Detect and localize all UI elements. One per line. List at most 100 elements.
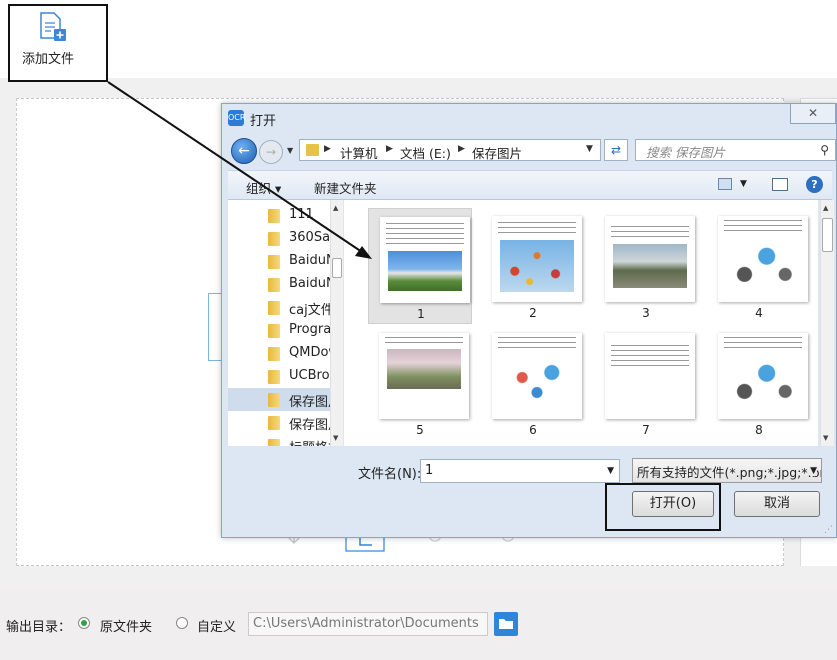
breadcrumb-separator-icon: ▶ — [324, 144, 331, 154]
browse-folder-button[interactable] — [494, 612, 518, 636]
file-thumbnail[interactable]: 1 — [368, 208, 472, 324]
file-thumbnail[interactable]: 3 — [594, 208, 698, 324]
nav-item-selected[interactable]: 保存图片 — [228, 388, 336, 411]
open-file-dialog: OCR 打开 ✕ ← → ▼ ▶ 计算机 ▶ 文档 (E:) ▶ 保存图片 ▼ … — [221, 103, 837, 538]
scroll-up-icon[interactable]: ▲ — [823, 204, 828, 212]
nav-item-label: BaiduN — [289, 276, 336, 291]
filetype-select[interactable]: 所有支持的文件(*.png;*.jpg;*.bmp) ▼ — [632, 458, 822, 483]
file-thumbnail[interactable]: 4 — [707, 208, 811, 324]
arrow-right-icon: → — [265, 145, 277, 159]
filename-value: 1 — [425, 463, 434, 478]
chevron-down-icon[interactable]: ▼ — [586, 144, 593, 154]
breadcrumb-computer[interactable]: 计算机 — [340, 143, 378, 162]
file-name: 4 — [755, 306, 763, 320]
file-thumbnail[interactable]: 2 — [481, 208, 585, 324]
arrow-left-icon: ← — [238, 143, 250, 159]
address-bar[interactable]: ▶ 计算机 ▶ 文档 (E:) ▶ 保存图片 ▼ — [299, 139, 601, 161]
nav-item[interactable]: BaiduN — [228, 273, 336, 296]
nav-item[interactable]: caj文件 — [228, 296, 336, 319]
folder-icon — [268, 370, 280, 384]
refresh-icon: ⇄ — [610, 143, 622, 157]
nav-item[interactable]: Program — [228, 319, 336, 342]
navigation-pane: 111 360Safe BaiduN BaiduN caj文件 Program … — [228, 200, 337, 446]
file-thumbnail[interactable]: 8 — [707, 325, 811, 441]
file-thumbnail[interactable]: 7 — [594, 325, 698, 441]
breadcrumb-separator-icon: ▶ — [386, 144, 393, 154]
breadcrumb-drive[interactable]: 文档 (E:) — [400, 143, 451, 162]
file-name: 5 — [416, 423, 424, 437]
file-thumbnail[interactable]: 5 — [368, 325, 472, 441]
nav-scrollbar[interactable]: ▲ ▼ — [330, 200, 343, 446]
breadcrumb-separator-icon: ▶ — [458, 144, 465, 154]
command-bar: 组织 ▾ 新建文件夹 ▼ ? — [228, 170, 832, 200]
nav-item-label: BaiduN — [289, 253, 336, 268]
file-thumbnail[interactable]: 6 — [481, 325, 585, 441]
back-button[interactable]: ← — [231, 138, 257, 164]
recent-locations-dropdown[interactable]: ▼ — [287, 146, 293, 155]
preview-pane-icon[interactable] — [772, 178, 788, 191]
folder-icon — [268, 439, 280, 446]
nav-item[interactable]: 111 — [228, 204, 336, 227]
chevron-down-icon[interactable]: ▼ — [740, 179, 747, 189]
add-file-label: 添加文件 — [22, 52, 75, 67]
filename-label: 文件名(N): — [358, 467, 422, 482]
folder-icon — [268, 416, 280, 430]
nav-item-label: caj文件 — [289, 303, 334, 318]
nav-item[interactable]: BaiduN — [228, 250, 336, 273]
folder-icon — [499, 619, 513, 629]
radio-original-folder[interactable] — [78, 617, 90, 629]
new-folder-button[interactable]: 新建文件夹 — [314, 178, 377, 197]
open-button[interactable]: 打开(O) — [632, 491, 714, 517]
nav-item[interactable]: QMDow — [228, 342, 336, 365]
scroll-up-icon[interactable]: ▲ — [333, 204, 338, 212]
forward-button[interactable]: → — [259, 140, 283, 164]
dialog-title: 打开 — [250, 114, 277, 129]
nav-item[interactable]: 360Safe — [228, 227, 336, 250]
radio-custom-folder[interactable] — [176, 617, 188, 629]
document-preview — [718, 216, 808, 302]
scroll-down-icon[interactable]: ▼ — [333, 434, 338, 442]
document-preview — [379, 333, 469, 419]
chevron-down-icon[interactable]: ▼ — [607, 466, 614, 476]
document-preview — [492, 333, 582, 419]
radio-original-label: 原文件夹 — [100, 620, 153, 635]
nav-item[interactable]: UCBrow — [228, 365, 336, 388]
nav-item[interactable]: 保存图片 — [228, 411, 336, 434]
add-file-icon — [40, 12, 66, 41]
chevron-down-icon[interactable]: ▼ — [810, 466, 817, 476]
file-name: 7 — [642, 423, 650, 437]
organize-menu[interactable]: 组织 ▾ — [246, 178, 281, 197]
output-dir-label: 输出目录： — [6, 620, 72, 635]
file-name: 8 — [755, 423, 763, 437]
view-options-icon[interactable] — [718, 178, 732, 190]
scroll-down-icon[interactable]: ▼ — [823, 434, 828, 442]
file-name: 2 — [529, 306, 537, 320]
document-preview — [718, 333, 808, 419]
filetype-value: 所有支持的文件(*.png;*.jpg;*.bmp) — [637, 465, 821, 480]
folder-icon — [306, 144, 319, 156]
cancel-button[interactable]: 取消 — [734, 491, 820, 517]
close-button[interactable]: ✕ — [790, 104, 836, 124]
scroll-thumb[interactable] — [822, 218, 833, 252]
add-file-button[interactable]: 添加文件 — [8, 4, 108, 82]
panel-tab — [208, 293, 222, 361]
output-path-input[interactable]: C:\Users\Administrator\Documents — [248, 612, 488, 636]
document-preview — [605, 333, 695, 419]
search-icon: ⚲ — [820, 143, 829, 157]
folder-icon — [268, 209, 280, 223]
folder-icon — [268, 393, 280, 407]
breadcrumb-folder[interactable]: 保存图片 — [472, 143, 522, 162]
scroll-thumb[interactable] — [332, 258, 342, 278]
app-toolbar — [0, 0, 837, 78]
search-input[interactable]: 搜索 保存图片 ⚲ — [635, 139, 836, 161]
folder-icon — [268, 301, 280, 315]
folder-icon — [268, 278, 280, 292]
refresh-button[interactable]: ⇄ — [604, 139, 628, 161]
file-name: 3 — [642, 306, 650, 320]
filename-input[interactable]: 1 ▼ — [420, 459, 620, 483]
resize-grip-icon[interactable]: ⋰ — [824, 525, 833, 535]
help-icon[interactable]: ? — [806, 176, 823, 193]
nav-item[interactable]: 标题格式 — [228, 434, 336, 446]
file-name: 1 — [417, 307, 425, 321]
file-list-scrollbar[interactable]: ▲ ▼ — [820, 200, 834, 446]
